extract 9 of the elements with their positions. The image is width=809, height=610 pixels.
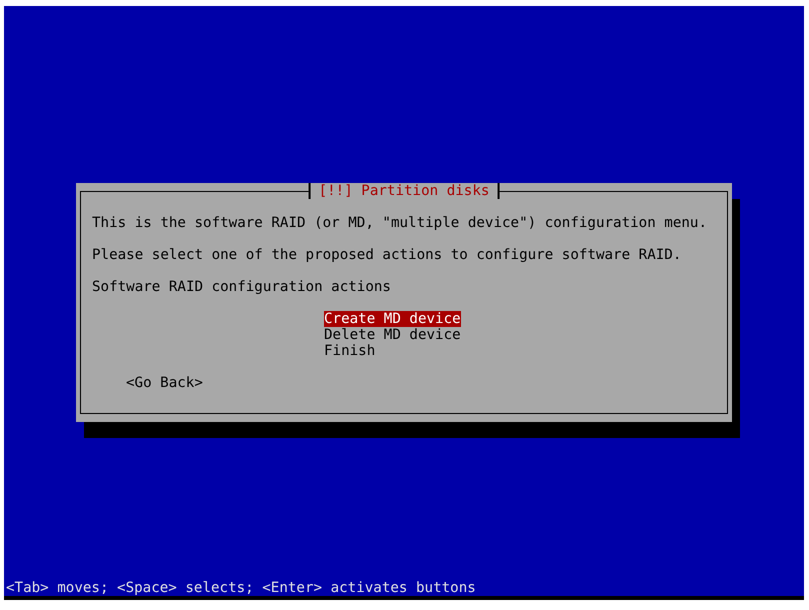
dialog-text: Please select one of the proposed actions to configure software RAID.: [92, 247, 682, 263]
menu-item[interactable]: Delete MD device: [324, 327, 461, 343]
go-back-button[interactable]: <Go Back>: [126, 375, 203, 391]
status-bar: <Tab> moves; <Space> selects; <Enter> activates buttons: [4, 580, 804, 600]
dialog-text: Software RAID configuration actions: [92, 279, 392, 295]
dialog-text: This is the software RAID (or MD, "multiple device") configuration menu.: [92, 215, 708, 231]
menu-item[interactable]: Finish: [324, 343, 376, 359]
menu-item[interactable]: Create MD device: [324, 311, 461, 327]
dialog-title: [!!] Partition disks: [308, 183, 500, 199]
